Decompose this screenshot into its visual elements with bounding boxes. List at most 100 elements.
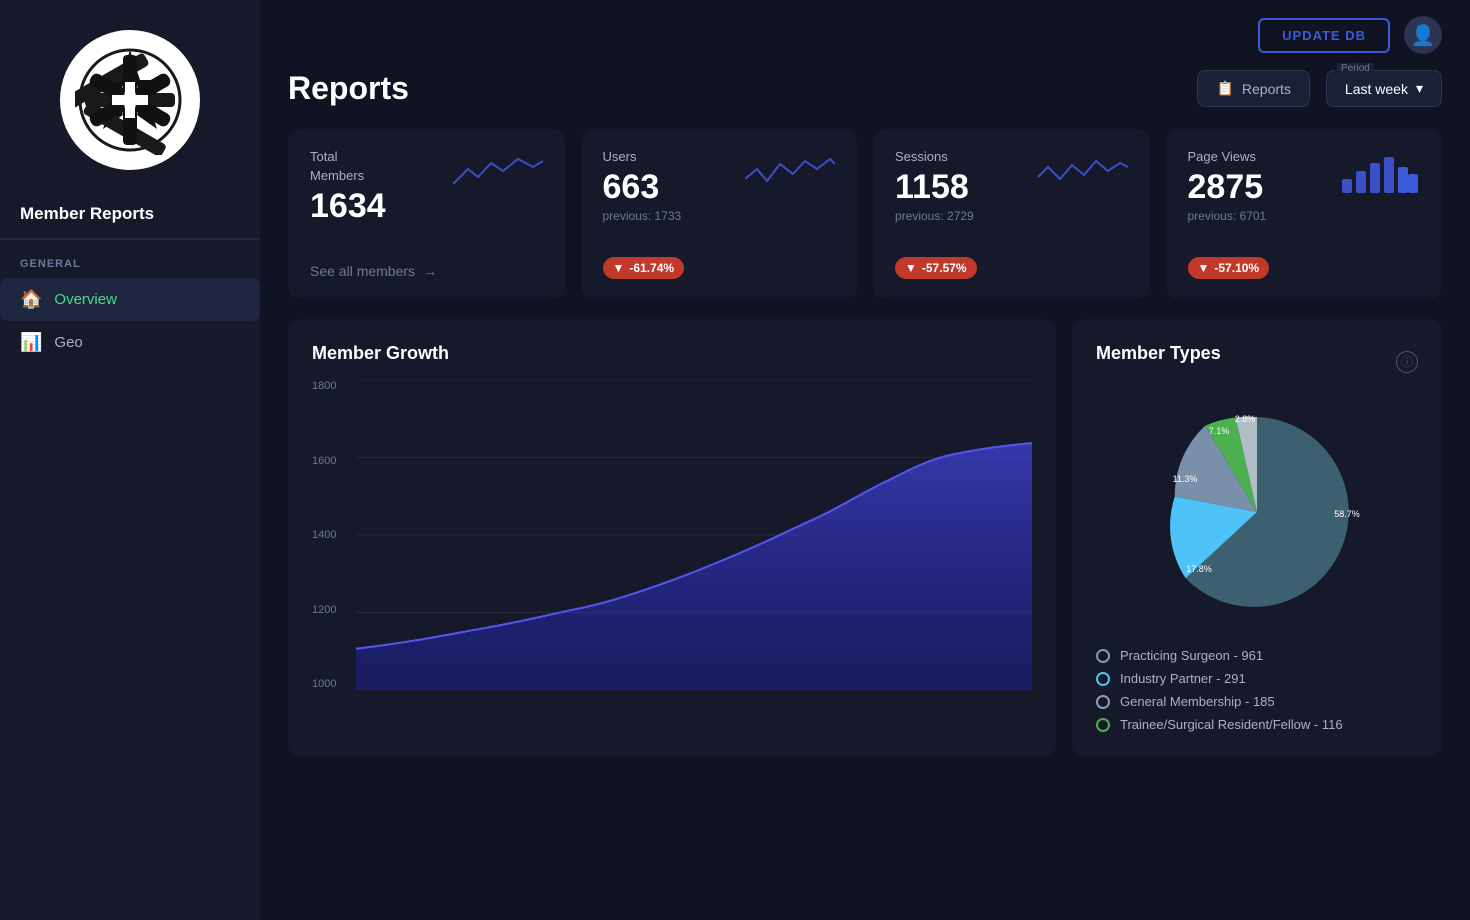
member-growth-card: Member Growth 1800 1600 1400 1200 1000 bbox=[288, 319, 1056, 756]
stat-change-value-sessions: -57.57% bbox=[922, 261, 967, 275]
legend-label-surgeon: Practicing Surgeon - 961 bbox=[1120, 648, 1263, 663]
logo-icon bbox=[75, 45, 185, 155]
stat-label-sessions: Sessions bbox=[895, 149, 974, 164]
stat-card-page-views: Page Views 2875 previous: 6701 bbox=[1166, 129, 1443, 299]
logo-circle bbox=[60, 30, 200, 170]
y-label-1200: 1200 bbox=[312, 604, 336, 616]
arrow-right-icon: → bbox=[423, 263, 437, 279]
info-icon[interactable]: ⓘ bbox=[1396, 351, 1418, 373]
stat-labels-sessions: Sessions 1158 previous: 2729 bbox=[895, 149, 974, 223]
period-value: Last week bbox=[1345, 81, 1408, 97]
sidebar-section-general: GENERAL bbox=[0, 240, 260, 278]
stat-card-top-users: Users 663 previous: 1733 bbox=[603, 149, 836, 249]
stat-card-total-members: Total Members 1634 See all members → bbox=[288, 129, 565, 299]
period-select[interactable]: Period Last week ▾ bbox=[1326, 70, 1442, 107]
sidebar-item-geo-label: Geo bbox=[54, 334, 82, 351]
stat-card-bottom-total: See all members → bbox=[310, 255, 543, 279]
stat-labels-pageviews: Page Views 2875 previous: 6701 bbox=[1188, 149, 1267, 223]
stat-change-badge-sessions: ▼ -57.57% bbox=[895, 257, 977, 279]
y-axis-labels: 1800 1600 1400 1200 1000 bbox=[312, 380, 344, 690]
update-db-button[interactable]: UPDATE DB bbox=[1258, 18, 1390, 53]
member-types-title: Member Types bbox=[1096, 343, 1221, 364]
see-all-label: See all members bbox=[310, 263, 415, 279]
stat-label-1: Total bbox=[310, 149, 386, 164]
header-right: 📋 Reports Period Last week ▾ bbox=[1197, 70, 1442, 107]
pie-label-587: 58.7% bbox=[1334, 509, 1360, 519]
legend-dot-general bbox=[1096, 695, 1110, 709]
reports-button-label: Reports bbox=[1242, 81, 1291, 97]
sidebar-item-geo[interactable]: 📊 Geo bbox=[0, 321, 260, 364]
stat-card-bottom-pageviews: ▼ -57.10% bbox=[1188, 257, 1421, 279]
down-arrow-icon-pageviews: ▼ bbox=[1198, 261, 1210, 275]
legend-item-surgeon: Practicing Surgeon - 961 bbox=[1096, 648, 1418, 663]
reports-button[interactable]: 📋 Reports bbox=[1197, 70, 1309, 107]
sidebar-brand-label: Member Reports bbox=[0, 190, 260, 239]
down-arrow-icon: ▼ bbox=[613, 261, 625, 275]
stat-previous-users: previous: 1733 bbox=[603, 209, 682, 223]
pie-chart-area: 58.7% 17.8% 11.3% 7.1% 2.8% bbox=[1096, 392, 1418, 632]
stat-change-value-pageviews: -57.10% bbox=[1214, 261, 1259, 275]
legend-item-general: General Membership - 185 bbox=[1096, 694, 1418, 709]
avatar-button[interactable]: 👤 bbox=[1404, 16, 1442, 54]
legend-item-trainee: Trainee/Surgical Resident/Fellow - 116 bbox=[1096, 717, 1418, 732]
page-title: Reports bbox=[288, 70, 409, 107]
pie-label-178: 17.8% bbox=[1186, 564, 1212, 574]
stat-value-sessions: 1158 bbox=[895, 168, 974, 207]
sidebar: Member Reports GENERAL 🏠 Overview 📊 Geo bbox=[0, 0, 260, 920]
see-all-members-link[interactable]: See all members → bbox=[310, 263, 437, 279]
growth-chart-svg bbox=[356, 380, 1032, 690]
stat-card-top: Total Members 1634 bbox=[310, 149, 543, 247]
legend-dot-trainee bbox=[1096, 718, 1110, 732]
stat-value-pageviews: 2875 bbox=[1188, 168, 1267, 207]
legend-label-industry: Industry Partner - 291 bbox=[1120, 671, 1246, 686]
logo-area bbox=[0, 0, 260, 190]
chart-svg-container bbox=[356, 380, 1032, 690]
legend-label-trainee: Trainee/Surgical Resident/Fellow - 116 bbox=[1120, 717, 1343, 732]
stat-card-top-pageviews: Page Views 2875 previous: 6701 bbox=[1188, 149, 1421, 249]
legend-item-industry: Industry Partner - 291 bbox=[1096, 671, 1418, 686]
bar-chart-icon: 📊 bbox=[20, 332, 42, 353]
stat-previous-sessions: previous: 2729 bbox=[895, 209, 974, 223]
stat-labels: Total Members 1634 bbox=[310, 149, 386, 228]
legend-label-general: General Membership - 185 bbox=[1120, 694, 1275, 709]
stat-sparkline-users bbox=[681, 149, 835, 194]
page-header: Reports 📋 Reports Period Last week ▾ bbox=[288, 70, 1442, 107]
stat-labels-users: Users 663 previous: 1733 bbox=[603, 149, 682, 223]
y-label-1000: 1000 bbox=[312, 678, 336, 690]
stat-card-sessions: Sessions 1158 previous: 2729 ▼ -57.57% bbox=[873, 129, 1150, 299]
growth-chart-area: 1800 1600 1400 1200 1000 bbox=[312, 380, 1032, 720]
stat-card-bottom-sessions: ▼ -57.57% bbox=[895, 257, 1128, 279]
y-label-1600: 1600 bbox=[312, 455, 336, 467]
home-icon: 🏠 bbox=[20, 289, 42, 310]
stat-value-users: 663 bbox=[603, 168, 682, 207]
stat-label-pageviews: Page Views bbox=[1188, 149, 1267, 164]
stat-card-top-sessions: Sessions 1158 previous: 2729 bbox=[895, 149, 1128, 249]
y-label-1800: 1800 bbox=[312, 380, 336, 392]
stat-change-badge-pageviews: ▼ -57.10% bbox=[1188, 257, 1270, 279]
pie-label-28: 2.8% bbox=[1235, 414, 1256, 424]
charts-row: Member Growth 1800 1600 1400 1200 1000 bbox=[288, 319, 1442, 756]
chevron-down-icon: ▾ bbox=[1416, 80, 1423, 97]
legend-dot-industry bbox=[1096, 672, 1110, 686]
sidebar-item-overview[interactable]: 🏠 Overview bbox=[0, 278, 260, 321]
content-area: Reports 📋 Reports Period Last week ▾ bbox=[260, 70, 1470, 784]
period-label: Period bbox=[1337, 63, 1374, 74]
stat-sparkline-pageviews bbox=[1266, 149, 1420, 194]
sidebar-item-overview-label: Overview bbox=[54, 291, 117, 308]
stats-row: Total Members 1634 See all members → bbox=[288, 129, 1442, 299]
main-content: UPDATE DB 👤 Reports 📋 Reports Period Las… bbox=[260, 0, 1470, 920]
y-label-1400: 1400 bbox=[312, 529, 336, 541]
stat-card-bottom-users: ▼ -61.74% bbox=[603, 257, 836, 279]
stat-value-total: 1634 bbox=[310, 187, 386, 226]
pie-chart-svg: 58.7% 17.8% 11.3% 7.1% 2.8% bbox=[1147, 402, 1367, 622]
stat-change-value-users: -61.74% bbox=[629, 261, 674, 275]
file-icon: 📋 bbox=[1216, 80, 1233, 97]
avatar-icon: 👤 bbox=[1411, 23, 1436, 48]
stat-card-users: Users 663 previous: 1733 ▼ -61.74% bbox=[581, 129, 858, 299]
stat-previous-pageviews: previous: 6701 bbox=[1188, 209, 1267, 223]
legend-dot-surgeon bbox=[1096, 649, 1110, 663]
stat-sparkline-total bbox=[386, 149, 543, 194]
pie-card-header: Member Types ⓘ bbox=[1096, 343, 1418, 380]
pie-label-71: 7.1% bbox=[1209, 426, 1230, 436]
stat-change-badge-users: ▼ -61.74% bbox=[603, 257, 685, 279]
